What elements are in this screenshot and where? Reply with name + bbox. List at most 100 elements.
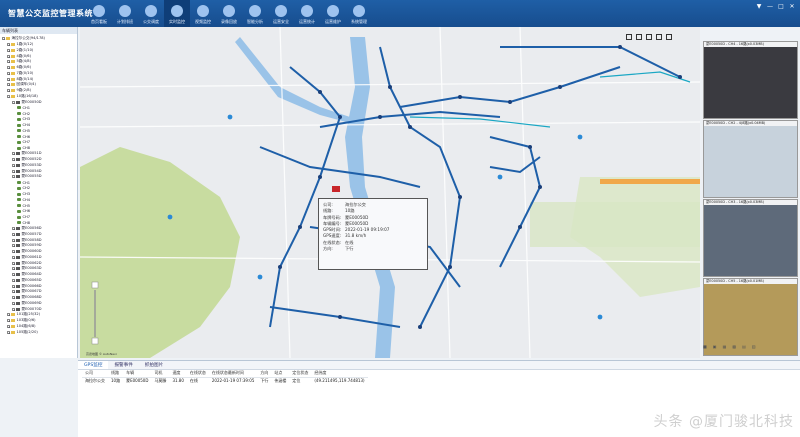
measure-tool-icon[interactable] <box>626 34 632 40</box>
expand-toggle-icon[interactable]: + <box>12 232 16 236</box>
tab-0[interactable]: GPS监控 <box>78 361 109 369</box>
table-row[interactable]: 海拉尔公交 10路 蒙E00050D 马莫滕 31.80 在线 2022-01-19 07:… <box>82 377 368 384</box>
expand-toggle-icon[interactable]: + <box>7 324 11 328</box>
maximize-icon[interactable]: □ <box>777 3 785 11</box>
expand-toggle-icon[interactable]: + <box>12 250 16 254</box>
camera-icon <box>17 215 21 219</box>
expand-toggle-icon[interactable]: − <box>12 175 16 179</box>
layers-tool-icon[interactable] <box>666 34 672 40</box>
expand-toggle-icon[interactable]: + <box>7 54 11 58</box>
gps-table: 公司 线路 车辆 司机 速度 在线状态 在线状态最新时间 方向 站点 定位状态 经纬度 海拉尔公交 1… <box>82 370 368 384</box>
expand-toggle-icon[interactable]: + <box>7 89 11 93</box>
expand-toggle-icon[interactable]: + <box>12 227 16 231</box>
expand-toggle-icon[interactable]: + <box>12 284 16 288</box>
orange-road <box>600 179 700 184</box>
nav-item-label: 运营统计 <box>299 19 315 24</box>
expand-toggle-icon[interactable]: + <box>12 296 16 300</box>
expand-toggle-icon[interactable]: + <box>12 244 16 248</box>
camera-icon <box>17 146 21 150</box>
tab-2[interactable]: 抓拍图片 <box>139 361 169 369</box>
tab-1[interactable]: 报警事件 <box>108 361 138 369</box>
expand-toggle-icon[interactable]: + <box>12 158 16 162</box>
nav-item-monitor[interactable]: 实时监控 <box>164 0 190 27</box>
layout-grid-icon[interactable]: ■ <box>703 344 707 349</box>
nav-item-label: 运营安全 <box>273 19 289 24</box>
tree-item-label: CH5 <box>22 203 31 208</box>
expand-toggle-icon[interactable]: + <box>7 66 11 70</box>
expand-toggle-icon[interactable]: + <box>12 290 16 294</box>
expand-toggle-icon[interactable]: + <box>7 313 11 317</box>
map-attribution: 高德地图 © AutoNavi <box>86 352 117 356</box>
tree-item-label: 104路(6/8) <box>16 323 36 328</box>
top-bar: 智慧公交监控管理系统 首页看板 计划排班 公交调度 实时监控 视频监控 录像回放 智能分析 运… <box>0 0 800 27</box>
camera-icon <box>17 106 21 110</box>
folder-icon <box>11 324 15 328</box>
tree-item-label: 5路(4/8) <box>16 59 31 64</box>
nav-item-maintenance[interactable]: 运营维护 <box>320 0 346 27</box>
layout-grid-icon[interactable]: ▤ <box>742 344 746 349</box>
menu-icon[interactable]: ▼ <box>755 3 763 11</box>
table-cell: 蒙E00050D <box>126 377 149 383</box>
tree-item-label: 101路(25/32) <box>16 312 41 317</box>
expand-toggle-icon[interactable]: + <box>7 77 11 81</box>
window-controls: ▼ — □ ✕ <box>755 3 796 11</box>
camera-tile[interactable]: 蒙E00050D - CH3 - 16路(x0.03MB) <box>703 199 798 277</box>
expand-toggle-icon[interactable]: + <box>7 48 11 52</box>
camera-tile[interactable]: 蒙E00050D - CH4 - 16路(x0.03MB) <box>703 41 798 119</box>
tree-item-label: 蒙E00067D <box>21 289 42 294</box>
pan-tool-icon[interactable] <box>646 34 652 40</box>
tree-item-label: CH6 <box>22 209 31 214</box>
expand-toggle-icon[interactable]: − <box>12 100 16 104</box>
camera-feed <box>704 205 797 276</box>
nav-item-dispatch[interactable]: 公交调度 <box>138 0 164 27</box>
folder-icon <box>11 77 15 81</box>
route-group-item[interactable]: +105路(2/20) <box>0 329 77 335</box>
expand-toggle-icon[interactable]: + <box>7 319 11 323</box>
expand-toggle-icon[interactable]: + <box>12 169 16 173</box>
popup-value: 2022-01-19 09:19:07 <box>345 227 390 233</box>
map-canvas[interactable] <box>80 27 700 358</box>
expand-toggle-icon[interactable]: + <box>7 71 11 75</box>
ruler-tool-icon[interactable] <box>656 34 662 40</box>
column-header: 速度 <box>169 370 187 378</box>
expand-toggle-icon[interactable]: + <box>7 60 11 64</box>
minimize-icon[interactable]: — <box>766 3 774 11</box>
expand-toggle-icon[interactable]: − <box>2 37 6 41</box>
bus-icon <box>16 238 20 242</box>
expand-toggle-icon[interactable]: + <box>12 238 16 242</box>
expand-toggle-icon[interactable]: + <box>7 43 11 47</box>
expand-toggle-icon[interactable]: + <box>12 307 16 311</box>
expand-toggle-icon[interactable]: + <box>12 267 16 271</box>
layout-grid-icon[interactable]: ▩ <box>732 344 736 349</box>
expand-toggle-icon[interactable]: + <box>12 278 16 282</box>
expand-toggle-icon[interactable]: + <box>12 163 16 167</box>
camera-icon <box>17 117 21 121</box>
nav-item-security[interactable]: 运营安全 <box>268 0 294 27</box>
map-view[interactable]: 公司: 海拉尔公交 线路: 10路 车牌号码: 蒙E00050D 车辆编号: 蒙E00050D… <box>80 27 700 358</box>
bus-icon <box>16 261 20 265</box>
nav-item-label: 实时监控 <box>169 19 185 24</box>
expand-toggle-icon[interactable]: + <box>12 273 16 277</box>
expand-toggle-icon[interactable]: + <box>7 83 11 87</box>
layout-grid-icon[interactable]: ▦ <box>723 344 727 349</box>
nav-item-schedule[interactable]: 计划排班 <box>112 0 138 27</box>
zoom-in-tool-icon[interactable] <box>636 34 642 40</box>
layout-grid-icon[interactable]: ▣ <box>713 344 717 349</box>
nav-item-video[interactable]: 视频监控 <box>190 0 216 27</box>
expand-toggle-icon[interactable]: + <box>12 301 16 305</box>
layout-grid-icon[interactable]: ▥ <box>752 344 756 349</box>
expand-toggle-icon[interactable]: + <box>12 261 16 265</box>
camera-tile[interactable]: 蒙E00050D - CH2 - 4(8路(x0.04MB) <box>703 120 798 198</box>
nav-item-analysis[interactable]: 智能分析 <box>242 0 268 27</box>
nav-item-statistics[interactable]: 运营统计 <box>294 0 320 27</box>
expand-toggle-icon[interactable]: + <box>12 255 16 259</box>
table-cell: 海拉尔公交 <box>85 377 105 383</box>
close-icon[interactable]: ✕ <box>788 3 796 11</box>
nav-item-settings[interactable]: 系统管理 <box>346 0 372 27</box>
nav-item-dashboard[interactable]: 首页看板 <box>86 0 112 27</box>
expand-toggle-icon[interactable]: − <box>7 94 11 98</box>
nav-item-playback[interactable]: 录像回放 <box>216 0 242 27</box>
vehicle-sidebar: 车辆列表 − 海拉尔公交(94/178) +1路(0/12) +2路(1/10) +4路… <box>0 27 78 358</box>
expand-toggle-icon[interactable]: + <box>7 330 11 334</box>
expand-toggle-icon[interactable]: + <box>12 152 16 156</box>
